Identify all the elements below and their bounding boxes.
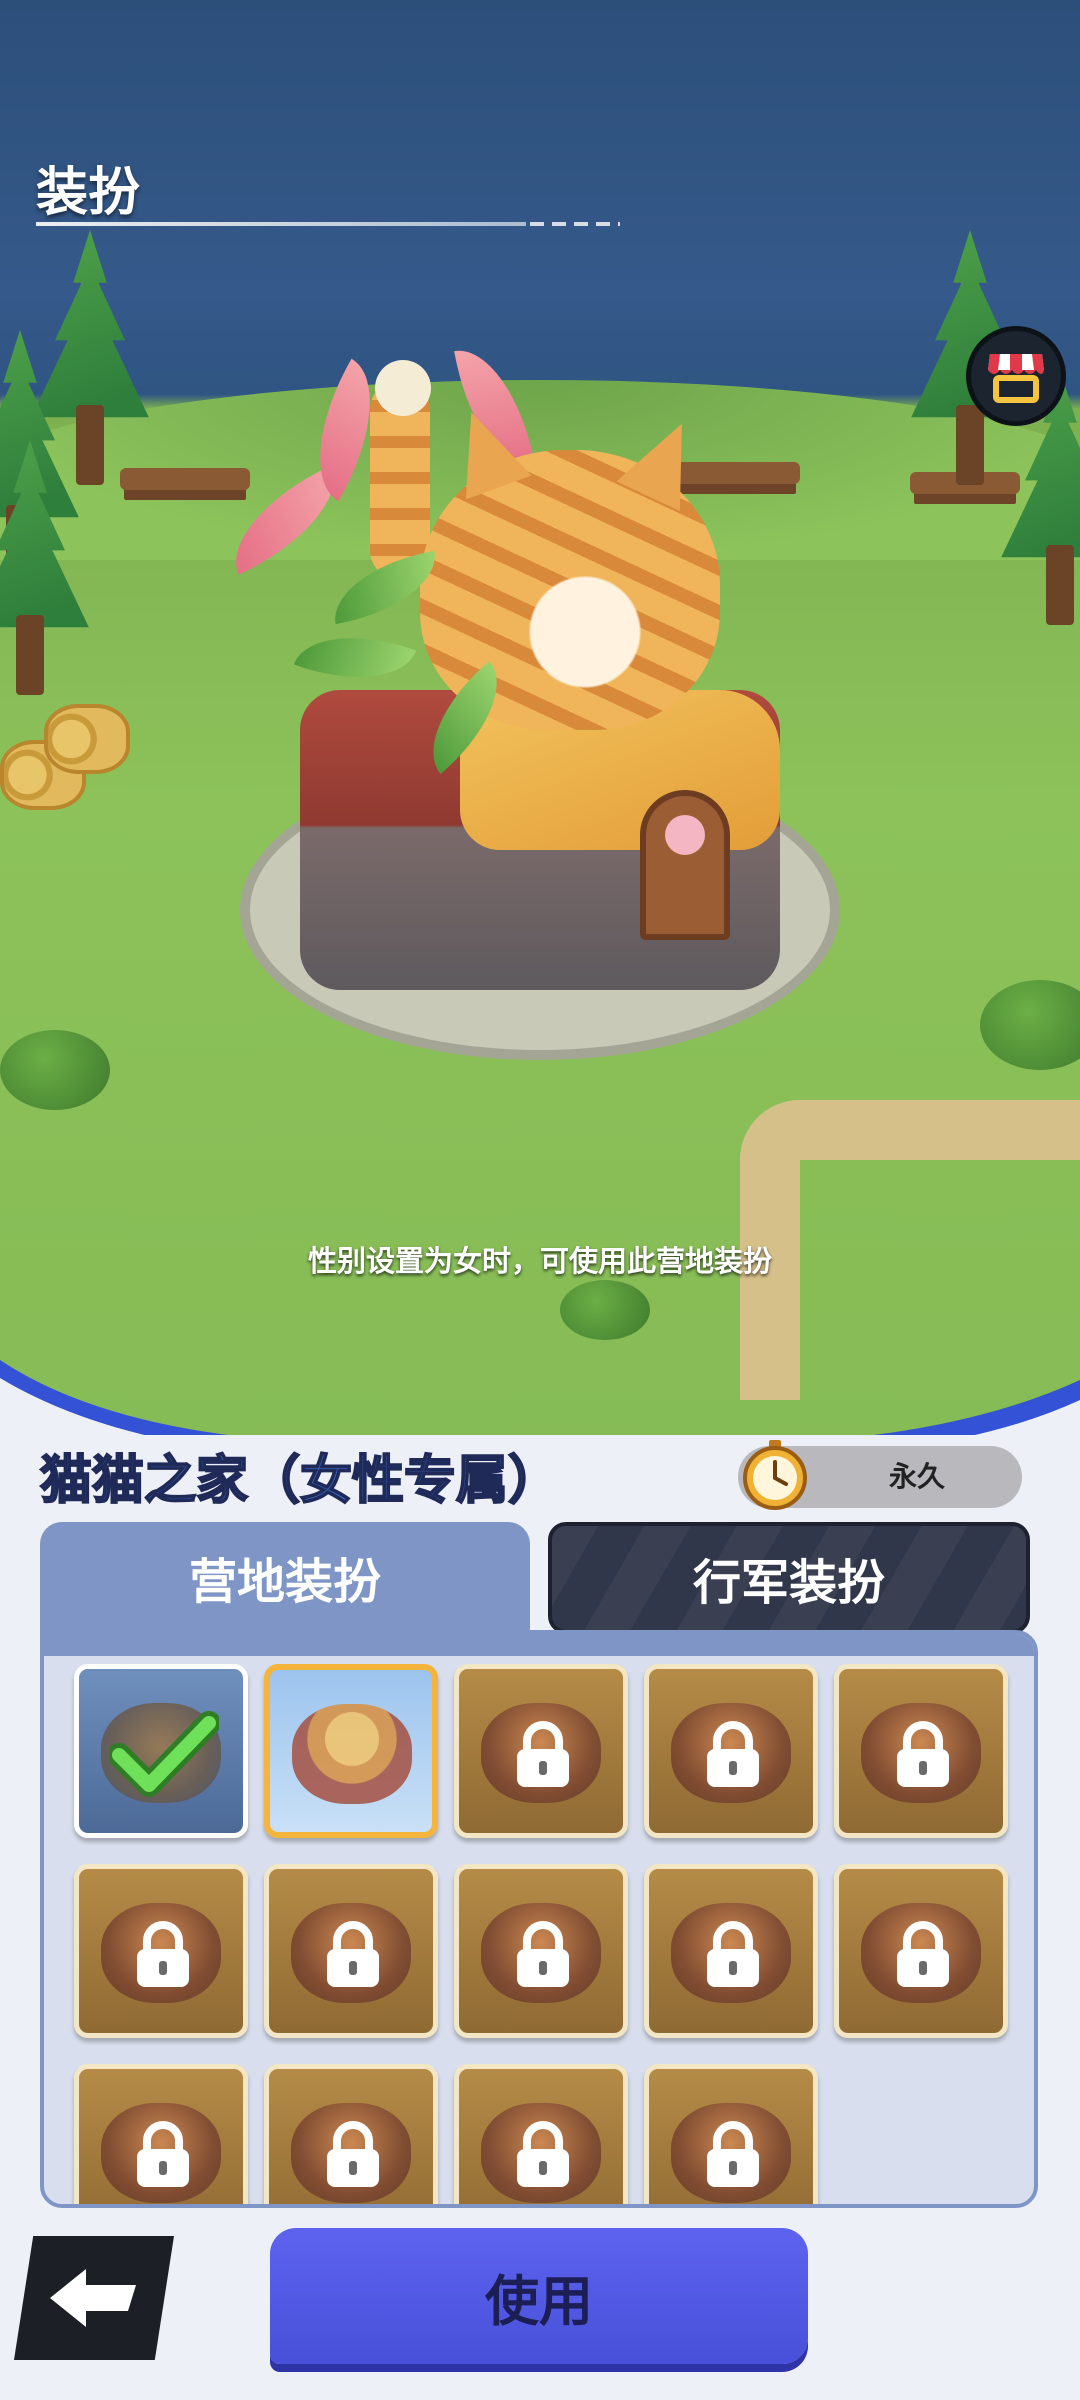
padlock-icon: [897, 1921, 949, 1987]
skin-slot[interactable]: [644, 1664, 818, 1838]
back-button[interactable]: [14, 2236, 174, 2360]
title-underline: [36, 222, 526, 226]
skin-slot[interactable]: [454, 1664, 628, 1838]
gender-requirement-hint: 性别设置为女时，可使用此营地装扮: [307, 1244, 772, 1278]
shop-button[interactable]: [966, 326, 1066, 426]
duration-badge: 永久: [738, 1440, 1022, 1510]
padlock-icon: [517, 2121, 569, 2187]
skin-thumbnail: [292, 1704, 412, 1804]
padlock-icon: [327, 2121, 379, 2187]
skin-slot[interactable]: [264, 1664, 438, 1838]
skin-slot[interactable]: [834, 1864, 1008, 2038]
bush: [560, 1280, 650, 1340]
tab-camp-skin[interactable]: 营地装扮: [40, 1522, 530, 1632]
shop-stall-icon: [988, 354, 1044, 403]
padlock-icon: [517, 1921, 569, 1987]
skin-slot[interactable]: [454, 2064, 628, 2204]
skin-slot[interactable]: [74, 1864, 248, 2038]
camp-scene[interactable]: 装扮 性别设置为女时，可使用此营地装扮: [0, 0, 1080, 1460]
skin-slot[interactable]: [834, 1664, 1008, 1838]
padlock-icon: [707, 1721, 759, 1787]
skin-slot[interactable]: [644, 1864, 818, 2038]
padlock-icon: [707, 1921, 759, 1987]
skin-slot[interactable]: [644, 2064, 818, 2204]
title-dashes: [530, 222, 620, 226]
skin-name: 猫猫之家（女性专属）: [39, 1450, 561, 1512]
checkmark-icon: [109, 1711, 219, 1797]
hay-bale: [44, 704, 130, 774]
tab-march-skin[interactable]: 行军装扮: [548, 1522, 1030, 1634]
stopwatch-icon: [743, 1440, 807, 1510]
padlock-icon: [517, 1721, 569, 1787]
skin-slot[interactable]: [264, 1864, 438, 2038]
duration-text: 永久: [888, 1460, 945, 1493]
skin-grid-container[interactable]: [40, 1630, 1038, 2208]
cat-house-building[interactable]: [213, 340, 840, 1090]
back-arrow-icon: [50, 2269, 136, 2327]
skin-slot[interactable]: [454, 1864, 628, 2038]
skin-slot[interactable]: [74, 2064, 248, 2204]
skin-slot[interactable]: [264, 2064, 438, 2204]
padlock-icon: [707, 2121, 759, 2187]
use-button[interactable]: 使用: [270, 2228, 808, 2364]
padlock-icon: [137, 1921, 189, 1987]
bush: [980, 980, 1080, 1070]
bush: [0, 1030, 110, 1110]
fence: [120, 468, 250, 490]
padlock-icon: [137, 2121, 189, 2187]
skin-slot[interactable]: [74, 1664, 248, 1838]
padlock-icon: [897, 1721, 949, 1787]
use-button-label: 使用: [485, 2269, 593, 2333]
page-title: 装扮: [36, 163, 141, 223]
padlock-icon: [327, 1921, 379, 1987]
